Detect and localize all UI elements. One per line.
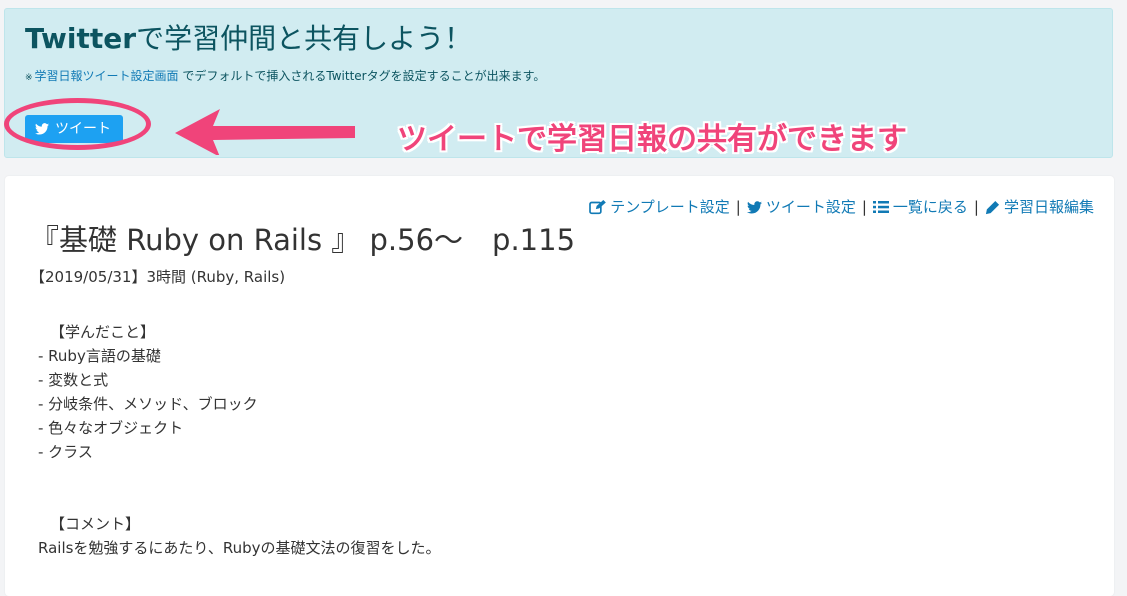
list-icon bbox=[872, 200, 889, 214]
twitter-icon bbox=[746, 200, 762, 214]
report-card: テンプレート設定 | ツイート設定 | 一覧に戻る | 学習日報編集 『基礎 R… bbox=[5, 176, 1114, 596]
share-panel-note: ※ 学習日報ツイート設定画面 でデフォルトで挿入されるTwitterタグを設定する… bbox=[25, 67, 545, 87]
back-to-list-link[interactable]: 一覧に戻る bbox=[872, 196, 968, 218]
note-text: でデフォルトで挿入されるTwitterタグを設定することが出来ます。 bbox=[178, 69, 546, 83]
edit-report-link[interactable]: 学習日報編集 bbox=[985, 196, 1094, 218]
annotation-highlight-ellipse bbox=[4, 98, 151, 150]
share-panel-title: Twitterで学習仲間と共有しよう！ bbox=[25, 19, 472, 59]
comment-text: Railsを勉強するにあたり、Rubyの基礎文法の復習をした。 bbox=[38, 539, 441, 557]
edit-icon bbox=[589, 199, 607, 215]
note-mark: ※ bbox=[25, 73, 33, 83]
share-title-twitter: Twitter bbox=[25, 22, 137, 55]
action-separator: | bbox=[735, 198, 741, 216]
tweet-settings-link[interactable]: ツイート設定 bbox=[746, 196, 856, 218]
template-settings-link[interactable]: テンプレート設定 bbox=[589, 196, 730, 218]
tweet-settings-page-link[interactable]: 学習日報ツイート設定画面 bbox=[35, 69, 179, 83]
report-body: 【学んだこと】 - Ruby言語の基礎 - 変数と式 - 分岐条件、メソッド、ブ… bbox=[38, 320, 441, 560]
action-separator: | bbox=[973, 198, 979, 216]
list-item: - 変数と式 bbox=[38, 371, 109, 389]
share-title-rest: で学習仲間と共有しよう！ bbox=[136, 22, 473, 55]
report-meta: 【2019/05/31】3時間 (Ruby, Rails) bbox=[30, 268, 286, 286]
report-actions: テンプレート設定 | ツイート設定 | 一覧に戻る | 学習日報編集 bbox=[589, 196, 1094, 218]
list-item: - クラス bbox=[38, 443, 93, 461]
annotation-arrow bbox=[175, 105, 360, 159]
pencil-icon bbox=[985, 200, 1000, 215]
annotation-text: ツイートで学習日報の共有ができます bbox=[397, 122, 907, 157]
list-item: - Ruby言語の基礎 bbox=[38, 347, 161, 365]
edit-report-label: 学習日報編集 bbox=[1003, 198, 1094, 216]
back-to-list-label: 一覧に戻る bbox=[892, 198, 968, 216]
list-item: - 分岐条件、メソッド、ブロック bbox=[38, 395, 258, 413]
template-settings-label: テンプレート設定 bbox=[610, 198, 730, 216]
report-title: 『基礎 Ruby on Rails 』 p.56〜 p.115 bbox=[30, 223, 576, 257]
action-separator: | bbox=[861, 198, 867, 216]
tweet-settings-label: ツイート設定 bbox=[765, 198, 856, 216]
list-item: - 色々なオブジェクト bbox=[38, 419, 184, 437]
learned-heading: 【学んだこと】 bbox=[50, 323, 156, 341]
comment-heading: 【コメント】 bbox=[50, 515, 141, 533]
